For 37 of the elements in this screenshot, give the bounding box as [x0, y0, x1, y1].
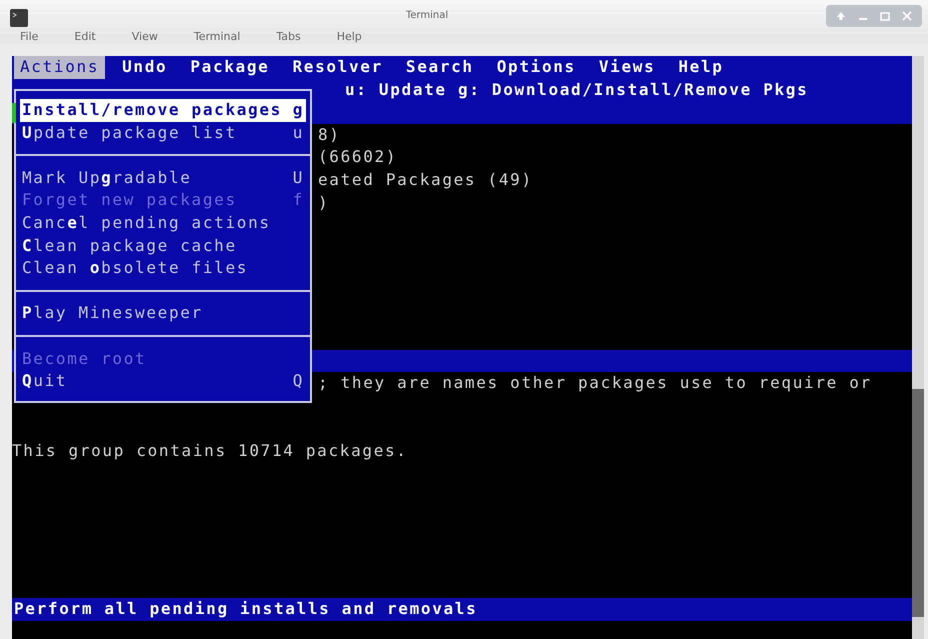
- list-text: 8): [318, 124, 341, 146]
- terminal-icon: [10, 9, 28, 27]
- scrollbar-thumb[interactable]: [912, 389, 924, 617]
- window-title: Terminal: [404, 10, 450, 20]
- menu-item[interactable]: Package: [184, 56, 276, 79]
- menu-item[interactable]: Install/remove packages g: [20, 99, 306, 122]
- arrow-up-icon[interactable]: [836, 11, 846, 21]
- menu-item[interactable]: Help: [336, 30, 362, 43]
- menu-item[interactable]: Terminal: [194, 30, 240, 43]
- list-text: eated Packages (49): [318, 168, 533, 191]
- maximize-icon[interactable]: [880, 11, 890, 21]
- menu-item[interactable]: Views: [592, 56, 662, 79]
- close-icon[interactable]: [902, 11, 912, 21]
- menu-item[interactable]: Clean obsolete files: [20, 257, 306, 280]
- menu-item[interactable]: Resolver: [286, 56, 389, 79]
- menu-item[interactable]: Update package list u: [20, 122, 306, 144]
- description-text: This group contains 10714 packages.: [12, 440, 408, 462]
- menu-item[interactable]: Options: [490, 56, 582, 79]
- cursor-marker: [12, 103, 16, 123]
- menu-item[interactable]: Quit Q: [20, 370, 306, 393]
- scrollbar[interactable]: [912, 56, 924, 639]
- menu-item[interactable]: Search: [400, 56, 480, 79]
- description-text: ; they are names other packages use to require or: [318, 372, 872, 394]
- menu-item[interactable]: Cancel pending actions: [20, 212, 306, 235]
- menu-item[interactable]: File: [20, 30, 38, 43]
- status-bar: Perform all pending installs and removals: [12, 598, 912, 621]
- menu-item[interactable]: Edit: [74, 30, 96, 43]
- menu-item[interactable]: Play Minesweeper: [20, 302, 306, 325]
- menu-item[interactable]: Clean package cache: [20, 234, 306, 258]
- list-text: (66602): [318, 146, 398, 168]
- menu-item[interactable]: Undo: [116, 56, 174, 79]
- menu-item[interactable]: Tabs: [276, 30, 301, 43]
- menu-item[interactable]: View: [132, 30, 158, 43]
- list-text: ): [318, 192, 330, 214]
- key-hint: u: Update g: Download/Install/Remove Pkgs: [345, 78, 808, 101]
- menu-item[interactable]: Actions: [14, 56, 106, 79]
- menu-item[interactable]: Help: [672, 56, 730, 79]
